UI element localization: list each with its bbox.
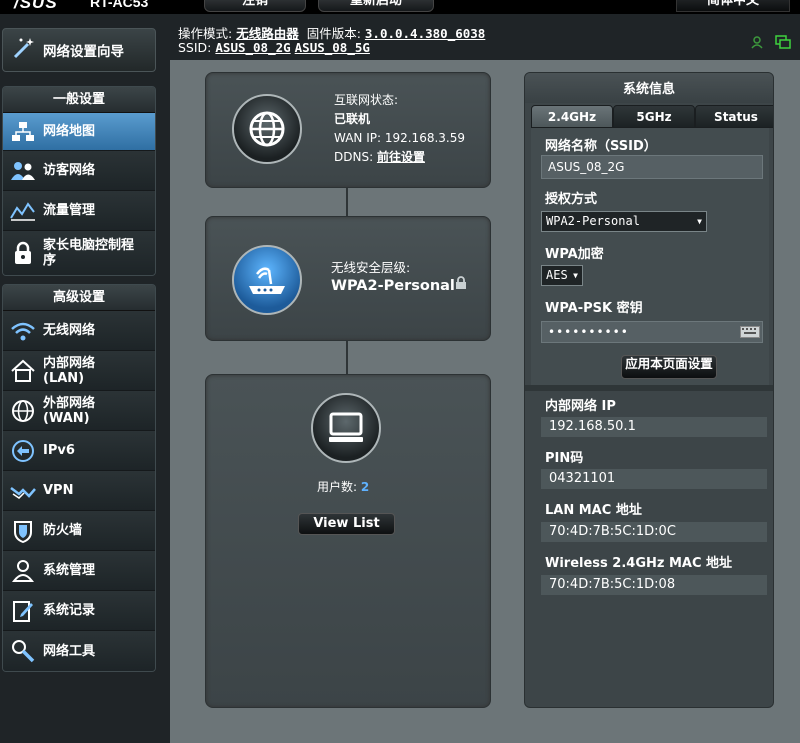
sidebar-item-wan[interactable]: 外部网络(WAN) — [3, 391, 155, 431]
internet-status-label: 互联网状态: — [334, 93, 399, 107]
lan-home-icon — [9, 357, 37, 385]
tab-24ghz[interactable]: 2.4GHz — [531, 105, 613, 128]
sidebar-item-network-tools[interactable]: 网络工具 — [3, 631, 155, 671]
sidebar-item-administration[interactable]: 系统管理 — [3, 551, 155, 591]
magic-wand-icon — [11, 35, 37, 65]
sidebar-item-ipv6[interactable]: IPv6 — [3, 431, 155, 471]
general-settings-group: 一般设置 网络地图 访客网络 流量管理 家长电脑控制程序 — [2, 86, 156, 276]
internet-globe-button[interactable] — [232, 94, 302, 164]
top-bar: /SUS RT-AC53 注销 重新启动 简体中文 — [0, 0, 800, 14]
sidebar-item-parental-control[interactable]: 家长电脑控制程序 — [3, 231, 155, 275]
auth-method-label: 授权方式 — [545, 192, 598, 207]
dropdown-arrow-icon: ▼ — [697, 217, 702, 226]
panel-divider — [525, 385, 773, 391]
ssid-line: SSID: ASUS_08_2G ASUS_08_5G — [178, 40, 370, 55]
advanced-settings-group: 高级设置 无线网络 内部网络(LAN) 外部网络(WAN) IPv6 VPN 防… — [2, 284, 156, 672]
wireless-mac-label: Wireless 2.4GHz MAC 地址 — [545, 556, 733, 571]
lan-mac-value: 70:4D:7B:5C:1D:0C — [541, 522, 767, 542]
wan-ip: WAN IP: 192.168.3.59 — [334, 131, 465, 145]
log-icon — [9, 597, 37, 625]
sidebar-item-vpn[interactable]: VPN — [3, 471, 155, 511]
client-count: 用户数: 2 — [317, 480, 370, 494]
parental-control-icon — [9, 239, 37, 267]
guest-network-icon — [9, 157, 37, 185]
keyboard-icon[interactable] — [740, 326, 760, 338]
sidebar-item-traffic-manager[interactable]: 流量管理 — [3, 191, 155, 231]
pin-label: PIN码 — [545, 451, 584, 466]
ipv6-icon — [9, 437, 37, 465]
firewall-shield-icon — [9, 517, 37, 545]
model-name: RT-AC53 — [90, 0, 149, 10]
lan-ip-value: 192.168.50.1 — [541, 417, 767, 437]
band-tabs: 2.4GHz 5GHz Status — [531, 105, 773, 128]
status-icons — [750, 34, 794, 53]
security-level-value: WPA2-Personal — [331, 278, 455, 294]
sidebar-item-network-map[interactable]: 网络地图 — [3, 113, 155, 151]
lock-icon — [456, 276, 466, 289]
ssid-24-link[interactable]: ASUS_08_2G — [215, 40, 290, 55]
internet-status-value: 已联机 — [334, 112, 371, 126]
wan-globe-icon — [9, 397, 37, 425]
psk-label: WPA-PSK 密钥 — [545, 301, 643, 316]
psk-input[interactable]: •••••••••• — [541, 321, 763, 343]
tab-status[interactable]: Status — [695, 105, 773, 128]
sidebar-item-guest-network[interactable]: 访客网络 — [3, 151, 155, 191]
globe-icon — [249, 111, 285, 147]
wpa-encryption-select[interactable]: AES ▼ — [541, 265, 583, 286]
traffic-icon — [9, 197, 37, 225]
clients-button[interactable] — [311, 393, 381, 463]
usb-status-icon[interactable] — [750, 35, 794, 49]
client-count-value: 2 — [360, 480, 370, 494]
monitor-icon — [329, 412, 363, 442]
lan-ip-label: 内部网络 IP — [545, 399, 616, 414]
ssid-5-link[interactable]: ASUS_08_5G — [295, 40, 370, 55]
sidebar-item-wireless[interactable]: 无线网络 — [3, 311, 155, 351]
connector-line — [346, 340, 348, 374]
wireless-icon — [9, 317, 37, 345]
tools-icon — [9, 637, 37, 665]
quick-setup-wizard-button[interactable]: 网络设置向导 — [2, 28, 156, 72]
tab-5ghz[interactable]: 5GHz — [613, 105, 695, 128]
operation-mode-link[interactable]: 无线路由器 — [236, 26, 299, 41]
sidebar-item-lan[interactable]: 内部网络(LAN) — [3, 351, 155, 391]
dropdown-arrow-icon: ▼ — [573, 271, 578, 280]
network-map-icon — [9, 118, 37, 146]
firmware-link[interactable]: 3.0.0.4.380_6038 — [365, 26, 485, 41]
vpn-icon — [9, 477, 37, 505]
system-info-title: 系统信息 — [525, 73, 773, 103]
connector-line — [346, 187, 348, 217]
auth-method-select[interactable]: WPA2-Personal ▼ — [541, 211, 707, 232]
pin-value: 04321101 — [541, 469, 767, 489]
lan-mac-label: LAN MAC 地址 — [545, 503, 642, 518]
logout-button[interactable]: 注销 — [204, 0, 306, 12]
ddns-setup-link[interactable]: 前往设置 — [377, 150, 425, 164]
sidebar-item-firewall[interactable]: 防火墙 — [3, 511, 155, 551]
view-list-button[interactable]: View List — [298, 513, 395, 535]
router-icon — [249, 267, 285, 294]
system-info-panel: 系统信息 2.4GHz 5GHz Status 网络名称（SSID） ASUS_… — [524, 72, 774, 708]
router-button[interactable] — [232, 245, 302, 315]
ssid-input[interactable]: ASUS_08_2G — [541, 155, 763, 179]
admin-user-icon — [9, 557, 37, 585]
wpa-encryption-label: WPA加密 — [545, 247, 604, 262]
sidebar-item-system-log[interactable]: 系统记录 — [3, 591, 155, 631]
security-level-label: 无线安全层级: — [331, 260, 411, 275]
ssid-label: 网络名称（SSID） — [545, 139, 657, 154]
advanced-settings-title: 高级设置 — [3, 285, 155, 311]
wireless-mac-value: 70:4D:7B:5C:1D:08 — [541, 575, 767, 595]
apply-button[interactable]: 应用本页面设置 — [621, 355, 717, 379]
reboot-button[interactable]: 重新启动 — [318, 0, 434, 12]
internet-status-text: 互联网状态: 已联机 WAN IP: 192.168.3.59 DDNS: 前往… — [334, 93, 465, 164]
language-select[interactable]: 简体中文 — [676, 0, 790, 12]
asus-logo: /SUS — [14, 0, 58, 12]
general-settings-title: 一般设置 — [3, 87, 155, 113]
